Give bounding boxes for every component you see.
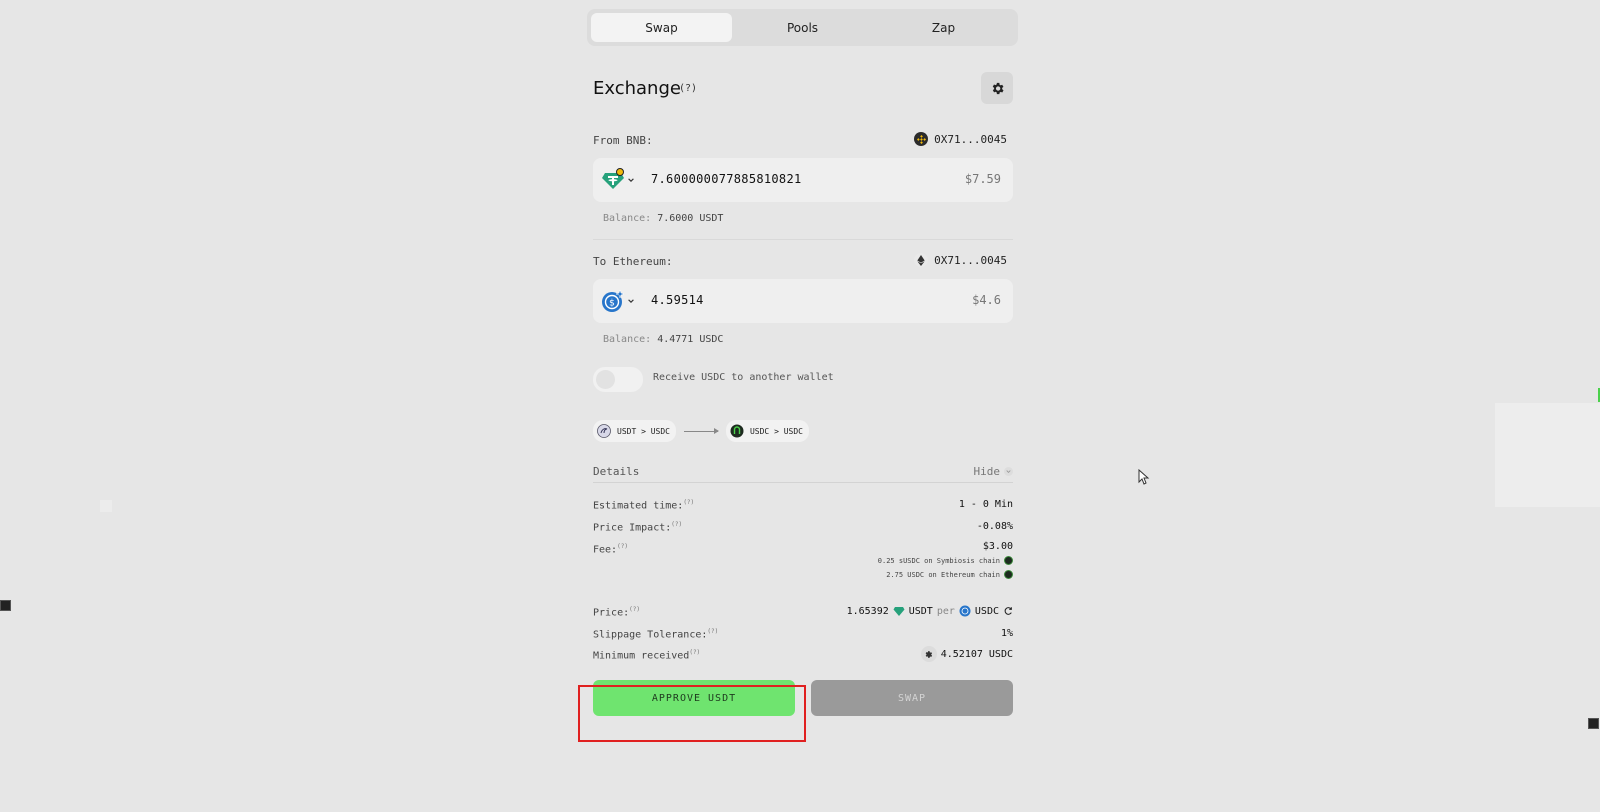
slippage-label: Slippage Tolerance:(?) xyxy=(593,628,719,641)
exchange-header: Exchange (?) xyxy=(593,72,1013,104)
from-usd-value: $7.59 xyxy=(964,172,1001,186)
ethereum-fee-chain-icon xyxy=(1004,570,1013,579)
mouse-cursor-icon xyxy=(1138,469,1150,485)
from-balance-label: Balance: xyxy=(603,213,652,224)
route-step-1: USDT > USDC xyxy=(593,420,676,442)
from-address-text: 0X71...0045 xyxy=(934,132,1007,146)
from-balance-value: 7.6000 USDT xyxy=(657,213,724,224)
to-address-text: 0X71...0045 xyxy=(934,253,1007,267)
settings-button[interactable] xyxy=(981,72,1013,104)
usdt-token-icon xyxy=(602,168,624,189)
from-balance: Balance: 7.6000 USDT xyxy=(603,213,723,224)
fee-breakdown-ethereum: 2.75 USDC on Ethereum chain xyxy=(886,570,1013,579)
swap-button[interactable]: SWAP xyxy=(811,680,1013,716)
svg-text:$: $ xyxy=(609,299,615,309)
refresh-icon[interactable] xyxy=(1003,606,1013,616)
price-per: per xyxy=(936,605,955,617)
page-title: Exchange xyxy=(593,78,681,99)
to-label: To Ethereum: xyxy=(593,255,673,268)
fee-value: $3.00 xyxy=(982,541,1013,552)
price-impact-value: -0.08% xyxy=(976,521,1013,532)
fee-line-1: 0.25 sUSDC on Symbiosis chain xyxy=(877,556,1000,565)
hide-label: Hide xyxy=(973,465,1001,478)
chevron-up-icon xyxy=(1004,467,1013,476)
route-step-2: USDC > USDC xyxy=(725,420,809,442)
route-step-2-label: USDC > USDC xyxy=(749,426,803,436)
price-amount: 1.65392 xyxy=(846,605,889,617)
estimated-time-label: Estimated time:(?) xyxy=(593,499,695,512)
toggle-knob xyxy=(596,370,615,389)
to-balance-label: Balance: xyxy=(603,334,652,345)
price-label: Price:(?) xyxy=(593,606,640,619)
tab-zap[interactable]: Zap xyxy=(873,13,1014,42)
route-arrow-icon xyxy=(683,427,719,434)
price-impact-label: Price Impact:(?) xyxy=(593,521,683,534)
to-amount-input[interactable]: 4.59514 xyxy=(651,293,704,307)
estimated-time-value: 1 - 0 Min xyxy=(958,499,1013,510)
usdc-small-icon xyxy=(959,605,971,617)
chevron-down-icon xyxy=(628,178,634,182)
hide-details-button[interactable]: Hide xyxy=(973,465,1013,478)
symbiosis-chain-icon xyxy=(1004,556,1013,565)
tab-pools[interactable]: Pools xyxy=(732,13,873,42)
receive-other-wallet-toggle[interactable] xyxy=(593,367,643,392)
min-received-amount: 4.52107 USDC xyxy=(940,648,1013,660)
help-hint[interactable]: (?) xyxy=(679,83,697,94)
price-value: 1.65392 USDT per USDC xyxy=(847,605,1013,617)
fee-label: Fee:(?) xyxy=(593,543,628,556)
min-received-label: Minimum received(?) xyxy=(593,649,701,662)
usdt-small-icon xyxy=(893,606,905,616)
main-tabs: Swap Pools Zap xyxy=(587,9,1018,46)
approve-highlight-box xyxy=(578,685,806,742)
usdc-token-icon: $ xyxy=(602,289,625,312)
details-label: Details xyxy=(593,465,640,478)
slippage-value[interactable]: 1% xyxy=(1001,628,1013,639)
chevron-down-icon xyxy=(628,299,634,303)
side-overlay-panel xyxy=(1495,403,1600,507)
right-edge-marker xyxy=(1588,718,1599,729)
receive-other-wallet-label: Receive USDC to another wallet xyxy=(653,372,834,383)
to-wallet-address[interactable]: 0X71...0045 xyxy=(914,253,1007,267)
gear-icon xyxy=(992,82,1003,94)
ethereum-chain-icon xyxy=(914,253,929,267)
symbiosis-icon xyxy=(730,424,744,438)
gear-small-icon xyxy=(920,646,937,662)
tab-swap[interactable]: Swap xyxy=(591,13,732,42)
from-wallet-address[interactable]: 0X71...0045 xyxy=(914,132,1007,146)
dex-icon xyxy=(597,424,611,438)
from-label: From BNB: xyxy=(593,134,653,147)
faint-square xyxy=(100,500,112,512)
from-token-select[interactable] xyxy=(601,166,643,194)
fee-line-2: 2.75 USDC on Ethereum chain xyxy=(886,570,1000,579)
price-base-token: USDT xyxy=(908,605,933,617)
bnb-chain-icon xyxy=(914,132,929,146)
to-usd-value: $4.6 xyxy=(972,293,1001,307)
fee-breakdown-symbiosis: 0.25 sUSDC on Symbiosis chain xyxy=(878,556,1013,565)
swap-route: USDT > USDC USDC > USDC xyxy=(593,420,809,442)
left-edge-marker xyxy=(0,600,11,611)
to-balance-value: 4.4771 USDC xyxy=(657,334,724,345)
to-balance: Balance: 4.4771 USDC xyxy=(603,334,723,345)
from-amount-input[interactable]: 7.600000077885810821 xyxy=(651,172,802,186)
to-token-box: $ 4.59514 $4.6 xyxy=(593,279,1013,323)
to-token-select[interactable]: $ xyxy=(601,287,643,315)
from-token-box: 7.600000077885810821 $7.59 xyxy=(593,158,1013,202)
section-divider xyxy=(593,239,1013,240)
min-received-value: 4.52107 USDC xyxy=(920,646,1013,662)
details-header: Details Hide xyxy=(593,463,1013,483)
route-step-1-label: USDT > USDC xyxy=(617,426,670,436)
price-quote-token: USDC xyxy=(974,605,999,617)
